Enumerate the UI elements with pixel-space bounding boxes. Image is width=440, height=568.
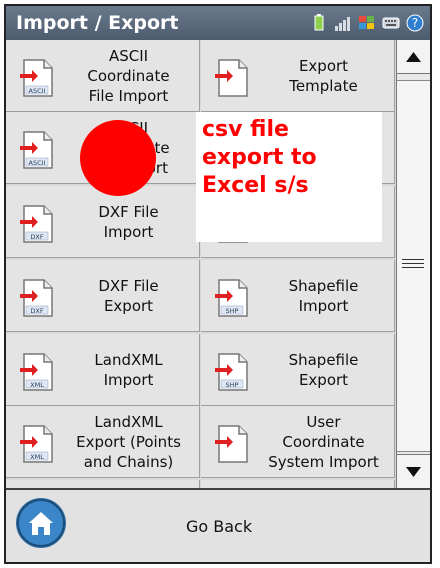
menu-item-label: Import	[62, 480, 195, 488]
grip-line	[402, 259, 424, 260]
user-coordinate-system-import-icon	[215, 425, 248, 463]
menu-item-label: Export Template	[289, 56, 358, 95]
file-type-badge: ASCII	[29, 87, 46, 95]
shapefile-import-icon: SHP	[215, 279, 248, 317]
help-icon[interactable]: ?	[406, 14, 424, 32]
ascii-file-import-icon: ASCII	[20, 59, 53, 97]
file-type-badge: DXF	[30, 233, 43, 241]
menu-item-label: ASCII Coordinate File Import	[87, 46, 170, 105]
arrow-up-icon	[406, 52, 421, 62]
vertical-scrollbar[interactable]	[396, 40, 430, 488]
status-icons: ?	[310, 14, 424, 32]
scroll-up-button[interactable]	[397, 40, 430, 74]
file-type-badge: SHP	[226, 381, 239, 389]
ascii-file-export-icon: ASCII	[20, 131, 53, 169]
scroll-thumb[interactable]	[397, 80, 430, 452]
battery-icon[interactable]	[310, 14, 328, 32]
file-type-badge: XML	[30, 453, 44, 461]
menu-item-label: LandXML Import	[94, 350, 163, 389]
keyboard-icon[interactable]	[382, 14, 400, 32]
title-bar: Import / Export ?	[6, 6, 430, 40]
arrow-down-icon	[406, 467, 421, 477]
menu-grid: ASCII ASCII Coordinate File Import Export …	[6, 40, 396, 488]
menu-item-label: Shapefile Export	[288, 350, 359, 389]
app-window: Import / Export ? ASCII ASCII Coordinate …	[4, 4, 432, 564]
file-type-badge: XML	[30, 381, 44, 389]
annotation-text: csv file export to Excel s/s	[202, 117, 317, 198]
menu-item-user-coordinate-system-import[interactable]: User Coordinate System Import	[201, 406, 395, 478]
menu-item-dxf-file-import[interactable]: DXF DXF File Import	[6, 186, 200, 258]
home-button[interactable]	[16, 498, 66, 548]
bottom-bar: Go Back	[6, 488, 430, 562]
windows-flag-icon[interactable]	[358, 14, 376, 32]
grip-line	[402, 263, 424, 264]
menu-item-label: User Coordinate	[257, 480, 390, 488]
menu-item-shapefile-import[interactable]: SHP Shapefile Import	[201, 260, 395, 332]
export-template-icon	[215, 59, 248, 97]
red-dot-marker	[80, 120, 156, 196]
landxml-export-icon: XML	[20, 425, 53, 463]
annotation-box: csv file export to Excel s/s	[196, 112, 382, 242]
menu-item-user-coordinate-export[interactable]: User Coordinate	[201, 480, 395, 488]
menu-item-label: User Coordinate System Import	[268, 412, 379, 471]
menu-item-import[interactable]: Import	[6, 480, 200, 488]
menu-item-label: LandXML Export (Points and Chains)	[76, 412, 181, 471]
menu-item-export-template[interactable]: Export Template	[201, 40, 395, 112]
menu-item-shapefile-export[interactable]: SHP Shapefile Export	[201, 334, 395, 406]
file-type-badge: SHP	[226, 307, 239, 315]
page-title: Import / Export	[16, 12, 179, 34]
menu-item-landxml-export[interactable]: XML LandXML Export (Points and Chains)	[6, 406, 200, 478]
landxml-import-icon: XML	[20, 353, 53, 391]
shapefile-export-icon: SHP	[215, 353, 248, 391]
menu-item-label: DXF File Import	[98, 202, 159, 241]
menu-item-dxf-file-export[interactable]: DXF DXF File Export	[6, 260, 200, 332]
home-icon	[17, 499, 65, 547]
go-back-button[interactable]: Go Back	[186, 490, 252, 562]
menu-item-label: DXF File Export	[98, 276, 159, 315]
menu-item-landxml-import[interactable]: XML LandXML Import	[6, 334, 200, 406]
svg-text:?: ?	[412, 16, 418, 30]
file-type-badge: DXF	[30, 307, 43, 315]
grip-line	[402, 267, 424, 268]
menu-item-ascii-file-import[interactable]: ASCII ASCII Coordinate File Import	[6, 40, 200, 112]
dxf-file-export-icon: DXF	[20, 279, 53, 317]
scroll-down-button[interactable]	[397, 454, 430, 488]
menu-item-label: Shapefile Import	[288, 276, 359, 315]
dxf-file-import-icon: DXF	[20, 205, 53, 243]
signal-icon[interactable]	[334, 14, 352, 32]
file-type-badge: ASCII	[29, 159, 46, 167]
